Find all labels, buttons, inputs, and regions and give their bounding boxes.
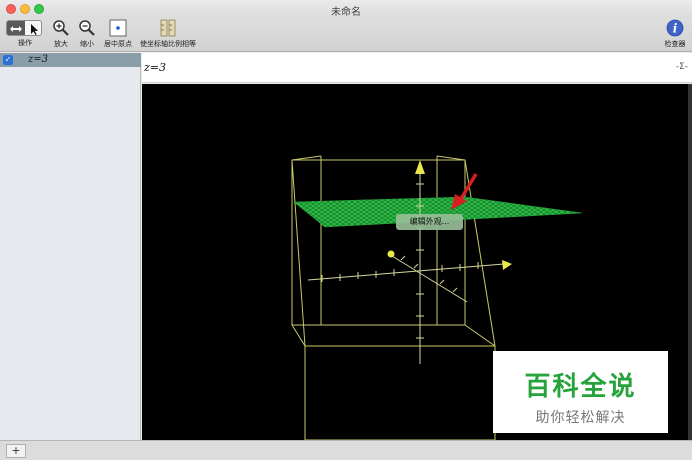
object-list-sidebar: ✓ z=3 [0,53,141,441]
edit-appearance-menu-item[interactable]: 编辑外观... [396,214,463,230]
box-edge [291,155,322,161]
zoom-out-icon [79,20,95,36]
title-bar: 未命名 [0,0,692,18]
equal-axes-button[interactable]: 使坐标轴比例相等 [136,18,200,49]
box-edge [464,324,496,347]
equation-input-bar[interactable]: z=3 -Σ- [142,53,692,83]
sigma-icon[interactable]: -Σ- [676,62,688,72]
add-object-button[interactable]: + [6,444,26,458]
equation-input[interactable]: z=3 [144,61,166,74]
zoom-out-label: 缩小 [80,40,94,48]
inspector-label: 检查器 [664,40,686,48]
zoom-in-button[interactable]: 放大 [50,18,72,49]
svg-text:i: i [673,22,678,36]
zoom-in-icon [53,20,69,36]
box-edge [436,155,466,161]
box-front-bottom [304,345,496,440]
center-origin-label: 居中原点 [104,40,132,48]
zoom-out-button[interactable]: 缩小 [76,18,98,49]
equal-axes-label: 使坐标轴比例相等 [140,40,196,48]
object-label: z=3 [28,54,49,65]
visibility-checkbox[interactable]: ✓ [3,55,13,65]
y-axis [307,263,505,281]
box-edge [291,159,306,347]
info-icon: i [666,19,684,37]
rotate-mode-icon[interactable] [7,21,25,35]
toolbar: 操作 放大 缩小 居中原点 使坐标轴比例相等 i 检查器 [0,18,692,52]
y-axis-arrow [502,260,512,270]
center-origin-icon [109,19,127,37]
center-origin-button[interactable]: 居中原点 [100,18,136,49]
operate-segmented-control[interactable] [6,20,42,36]
operate-tool[interactable]: 操作 [4,18,46,48]
watermark-sub-text: 助你轻松解决 [535,410,626,426]
scroll-edge [688,84,692,440]
list-item[interactable]: ✓ z=3 [0,53,141,67]
box-edge [291,324,306,347]
zoom-in-label: 放大 [54,40,68,48]
x-axis-endpoint [387,250,395,258]
watermark-logo: 百科全说 助你轻松解决 [493,351,668,433]
x-axis [391,255,468,303]
z-axis-arrow [415,160,425,174]
close-window-button[interactable] [6,4,16,14]
pointer-mode-icon[interactable] [25,21,41,35]
app-window: 未命名 操作 放大 缩小 居中原点 使坐标轴比例相等 i 检查器 ✓ z=3 z… [0,0,692,460]
maximize-window-button[interactable] [34,4,44,14]
operate-label: 操作 [18,39,32,47]
ruler-icon [160,19,176,37]
window-title: 未命名 [331,7,361,18]
box-back-face [291,159,466,326]
minimize-window-button[interactable] [20,4,30,14]
inspector-button[interactable]: i 检查器 [660,18,690,49]
watermark-main-text: 百科全说 [524,372,637,402]
bottom-bar: + [0,440,692,460]
